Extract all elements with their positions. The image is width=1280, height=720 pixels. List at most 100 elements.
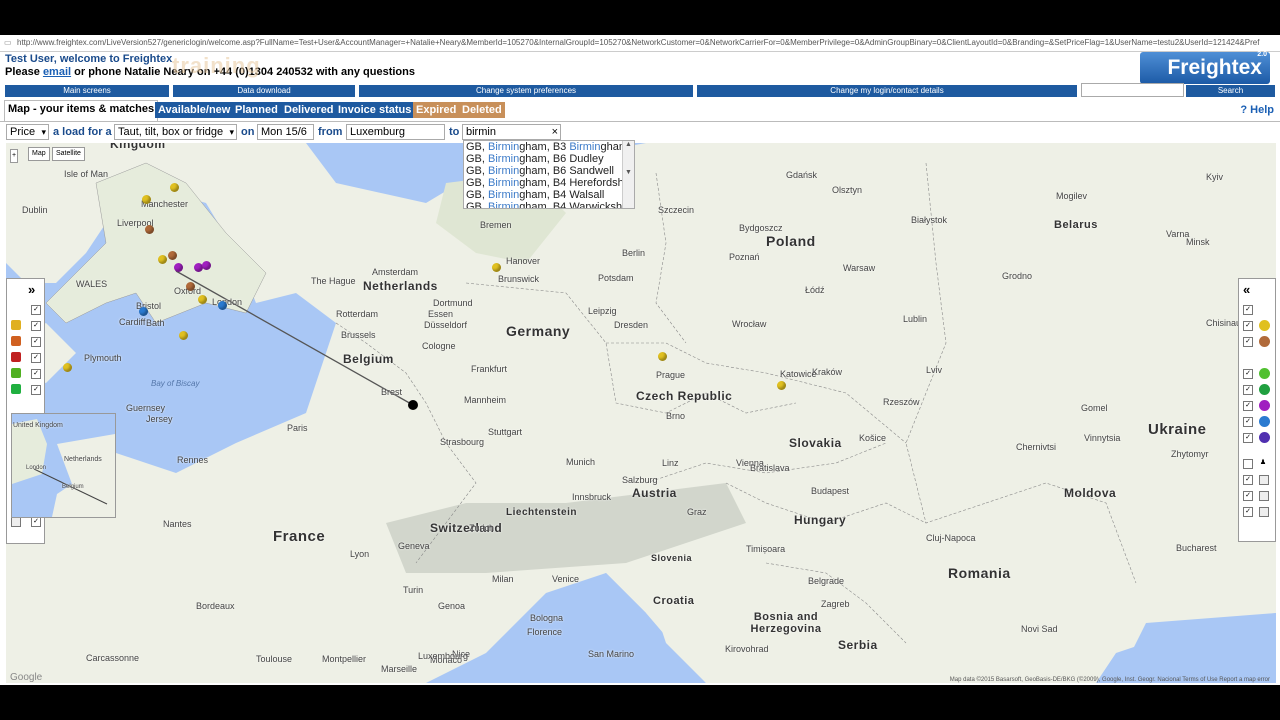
filter-checkbox[interactable]: ✓ xyxy=(31,321,41,331)
from-input[interactable]: Luxemburg xyxy=(346,124,445,140)
calendar-icon xyxy=(11,517,21,527)
filter-checkbox[interactable]: ✓ xyxy=(1243,491,1253,501)
expand-panel-icon[interactable]: » xyxy=(28,282,35,297)
zoom-in-icon[interactable]: + xyxy=(10,149,18,163)
filter-checkbox[interactable]: ✓ xyxy=(31,385,41,395)
city-label: Turin xyxy=(403,585,424,595)
address-bar[interactable]: ▭ http://www.freightex.com/LiveVersion527… xyxy=(0,35,1280,52)
tab-delivered[interactable]: Delivered xyxy=(281,102,337,118)
option-text: GB, xyxy=(466,189,489,201)
to-input[interactable]: birmin × xyxy=(462,124,561,140)
load-marker[interactable] xyxy=(168,251,177,260)
overview-minimap[interactable]: United Kingdom London Netherlands Belgiu… xyxy=(11,413,116,518)
load-marker[interactable] xyxy=(170,183,179,192)
tab-planned[interactable]: Planned xyxy=(232,102,281,118)
load-marker[interactable] xyxy=(658,352,667,361)
dropdown-scrollbar[interactable]: ▲ ▼ xyxy=(622,141,634,208)
city-label: Olsztyn xyxy=(832,185,863,195)
load-marker[interactable] xyxy=(202,261,211,270)
city-label: San Marino xyxy=(588,649,635,659)
autocomplete-option[interactable]: GB, Birmingham, B4 Warwicksh xyxy=(464,201,634,208)
filter-checkbox[interactable]: ✓ xyxy=(31,369,41,379)
autocomplete-option[interactable]: GB, Birmingham, B4 Walsall xyxy=(464,189,634,201)
main-screens-button[interactable]: Main screens xyxy=(5,85,169,97)
search-input[interactable] xyxy=(1081,83,1184,97)
map-type-satellite-button[interactable]: Satellite xyxy=(52,147,85,161)
load-marker[interactable] xyxy=(492,263,501,272)
data-download-button[interactable]: Data download xyxy=(173,85,355,97)
load-marker[interactable] xyxy=(179,331,188,340)
filter-checkbox[interactable]: ✓ xyxy=(1243,433,1253,443)
autocomplete-option[interactable]: GB, Birmingham, B4 Herefordshi xyxy=(464,177,634,189)
country-label: Kingdom xyxy=(110,143,166,151)
filter-checkbox[interactable]: ✓ xyxy=(1243,385,1253,395)
city-label: Bydgoszcz xyxy=(739,223,783,233)
to-label: to xyxy=(449,126,460,138)
filter-checkbox[interactable]: ✓ xyxy=(1243,417,1253,427)
filter-checkbox[interactable]: ✓ xyxy=(31,517,41,527)
option-text: GB, xyxy=(466,153,489,165)
load-marker[interactable] xyxy=(63,363,72,372)
filter-checkbox[interactable]: ✓ xyxy=(1243,321,1253,331)
load-marker[interactable] xyxy=(174,263,183,272)
city-label: Stuttgart xyxy=(488,427,523,437)
country-label: Belarus xyxy=(1054,219,1098,231)
city-label: Bay of Biscay xyxy=(151,379,200,388)
collapse-panel-icon[interactable]: « xyxy=(1243,282,1250,297)
tab-available[interactable]: Available/new xyxy=(155,102,234,118)
city-label: Cluj-Napoca xyxy=(926,533,976,543)
load-marker[interactable] xyxy=(198,295,207,304)
city-label: Bucharest xyxy=(1176,543,1217,553)
change-login-button[interactable]: Change my login/contact details xyxy=(697,85,1077,97)
price-select[interactable]: Price ▾ xyxy=(6,124,49,140)
filter-checkbox[interactable]: ✓ xyxy=(1243,305,1253,315)
vehicle-select[interactable]: Taut, tilt, box or fridge ▾ xyxy=(114,124,237,140)
to-input-value: birmin xyxy=(466,126,496,138)
city-label: Dresden xyxy=(614,320,649,330)
city-label: Bratislava xyxy=(750,463,790,473)
load-marker[interactable] xyxy=(158,255,167,264)
country-label: Romania xyxy=(948,565,1011,581)
filter-checkbox[interactable]: ✓ xyxy=(1243,475,1253,485)
city-label: Düsseldorf xyxy=(424,320,468,330)
search-button[interactable]: Search xyxy=(1186,85,1275,97)
load-marker[interactable] xyxy=(145,225,154,234)
tab-expired[interactable]: Expired xyxy=(413,102,460,118)
email-link[interactable]: email xyxy=(43,66,71,78)
filter-checkbox[interactable]: ✓ xyxy=(1243,369,1253,379)
help-link[interactable]: ? Help xyxy=(1240,104,1274,116)
logo-text: Freightex xyxy=(1167,56,1262,79)
tab-map[interactable]: Map - your items & matches xyxy=(4,100,159,121)
city-label: Geneva xyxy=(398,541,430,551)
clear-icon[interactable]: × xyxy=(552,125,558,139)
country-label: Germany xyxy=(506,323,571,339)
filter-checkbox[interactable]: ✓ xyxy=(31,353,41,363)
city-label: Minsk xyxy=(1186,237,1210,247)
date-input[interactable]: Mon 15/6 xyxy=(257,124,314,140)
tab-deleted[interactable]: Deleted xyxy=(459,102,505,118)
filter-checkbox[interactable] xyxy=(1243,459,1253,469)
filter-checkbox[interactable]: ✓ xyxy=(1243,507,1253,517)
filter-checkbox[interactable]: ✓ xyxy=(1243,337,1253,347)
autocomplete-option[interactable]: GB, Birmingham, B3 Birmingham xyxy=(464,141,634,153)
load-marker[interactable] xyxy=(218,301,227,310)
map-type-map-button[interactable]: Map xyxy=(28,147,50,161)
city-label: Łódź xyxy=(805,285,825,295)
map-canvas[interactable]: Map Satellite + Poland Germany Netherlan… xyxy=(6,143,1276,683)
autocomplete-option[interactable]: GB, Birmingham, B6 Sandwell xyxy=(464,165,634,177)
filter-checkbox[interactable]: ✓ xyxy=(31,305,41,315)
autocomplete-option[interactable]: GB, Birmingham, B6 Dudley xyxy=(464,153,634,165)
map-attribution[interactable]: Map data ©2015 Basarsoft, GeoBasis-DE/BK… xyxy=(950,677,1270,683)
filter-checkbox[interactable]: ✓ xyxy=(1243,401,1253,411)
on-label: on xyxy=(241,126,255,138)
city-label: Dublin xyxy=(22,205,48,215)
filter-checkbox[interactable]: ✓ xyxy=(31,337,41,347)
load-marker[interactable] xyxy=(777,381,786,390)
country-label: Netherlands xyxy=(363,279,438,293)
load-marker[interactable] xyxy=(139,307,148,316)
tab-invoice-status[interactable]: Invoice status xyxy=(335,102,415,118)
load-marker[interactable] xyxy=(186,282,195,291)
load-marker[interactable] xyxy=(142,195,151,204)
option-text: Birmin xyxy=(488,177,520,189)
change-preferences-button[interactable]: Change system preferences xyxy=(359,85,693,97)
